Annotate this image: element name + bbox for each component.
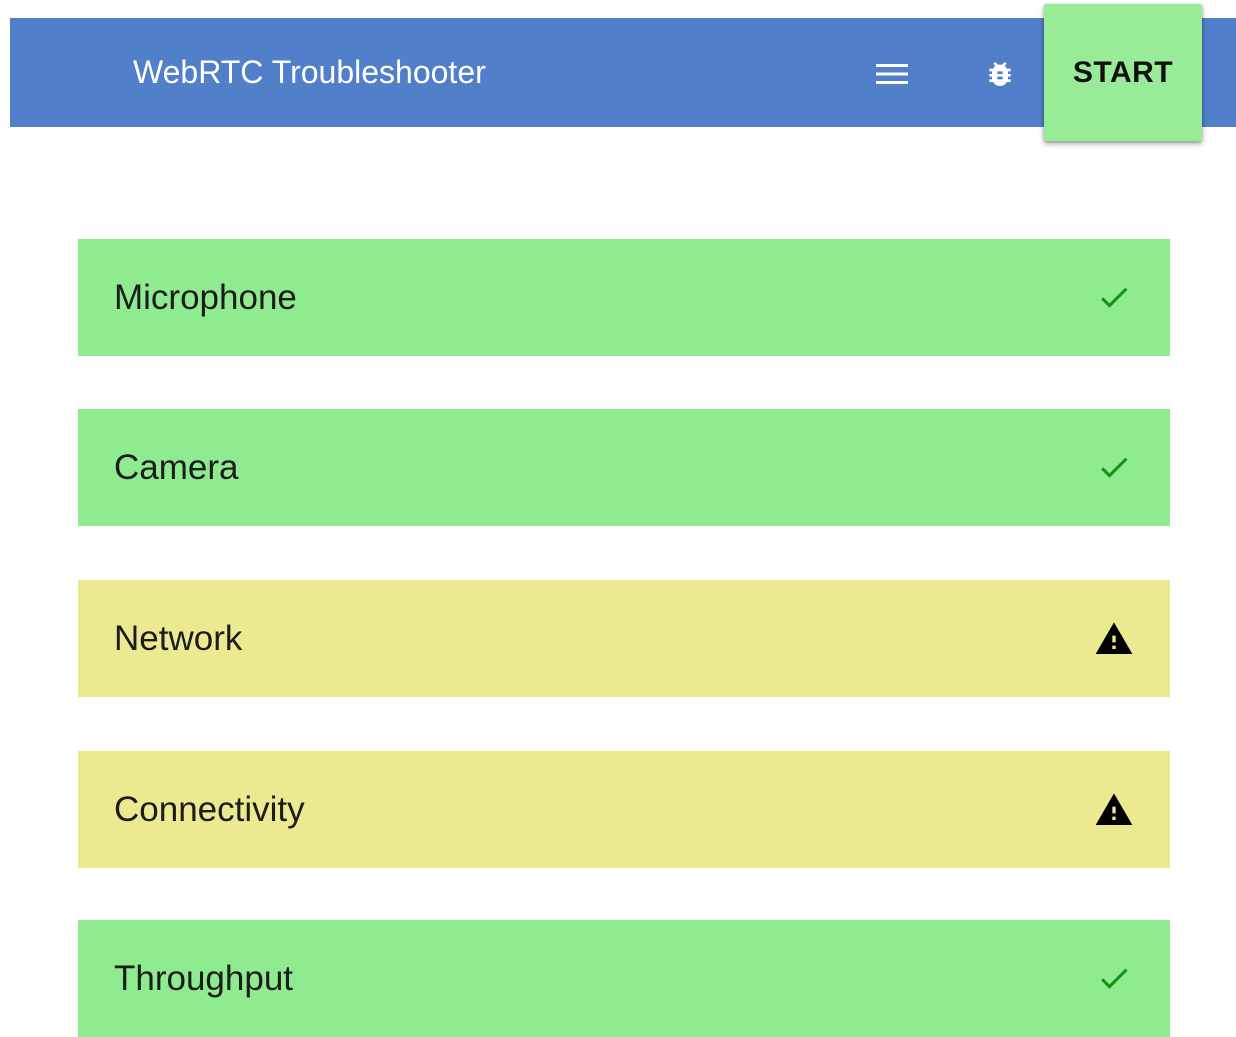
check-icon (1092, 276, 1136, 320)
test-label: Camera (114, 447, 239, 487)
menu-icon (876, 64, 908, 84)
menu-button[interactable] (868, 50, 916, 98)
test-row-network[interactable]: Network (78, 580, 1170, 697)
test-row-connectivity[interactable]: Connectivity (78, 751, 1170, 868)
check-icon (1092, 446, 1136, 490)
warning-icon (1092, 617, 1136, 661)
test-row-throughput[interactable]: Throughput (78, 920, 1170, 1037)
test-row-microphone[interactable]: Microphone (78, 239, 1170, 356)
test-label: Microphone (114, 277, 297, 317)
app-title: WebRTC Troubleshooter (133, 54, 486, 90)
test-label: Network (114, 618, 243, 658)
bug-icon (989, 62, 1011, 86)
test-label: Throughput (114, 958, 294, 998)
check-icon (1092, 957, 1136, 1001)
test-label: Connectivity (114, 789, 305, 829)
bug-report-button[interactable] (976, 50, 1024, 98)
start-button[interactable]: START (1044, 4, 1202, 141)
test-row-camera[interactable]: Camera (78, 409, 1170, 526)
warning-icon (1092, 788, 1136, 832)
